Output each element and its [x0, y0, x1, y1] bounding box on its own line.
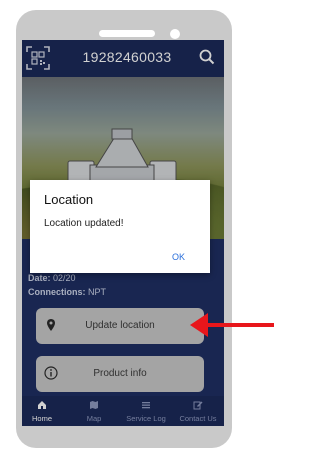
- dialog-message: Location updated!: [44, 218, 124, 229]
- dialog-title: Location: [44, 192, 94, 207]
- dialog-ok-button[interactable]: OK: [172, 252, 185, 262]
- location-dialog: Location Location updated! OK: [30, 180, 210, 273]
- annotation-arrow-icon: [190, 313, 274, 337]
- phone-speaker: [99, 30, 155, 37]
- phone-camera: [170, 29, 180, 39]
